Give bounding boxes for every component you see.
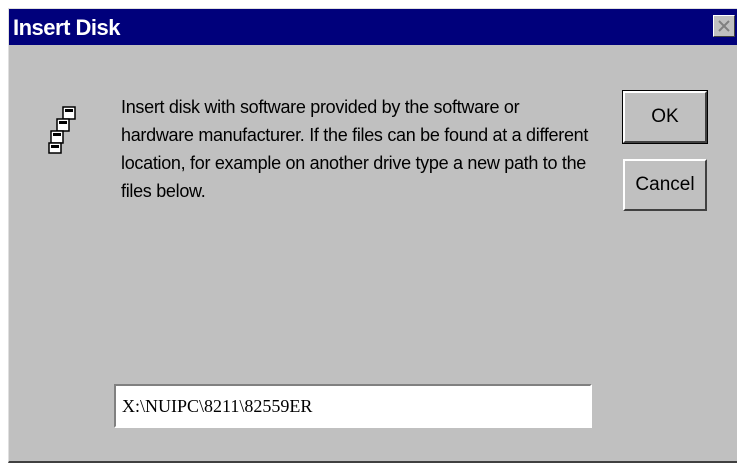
- close-button[interactable]: [713, 15, 735, 37]
- disk-icon: [48, 106, 76, 154]
- close-icon: [718, 20, 730, 32]
- path-input[interactable]: [114, 384, 592, 428]
- insert-disk-dialog: Insert Disk Insert disk with software pr…: [8, 8, 737, 463]
- title-bar[interactable]: Insert Disk: [9, 9, 737, 45]
- cancel-button[interactable]: Cancel: [623, 159, 707, 211]
- window-title: Insert Disk: [13, 15, 121, 40]
- ok-button[interactable]: OK: [622, 90, 708, 144]
- dialog-message: Insert disk with software provided by th…: [121, 97, 589, 201]
